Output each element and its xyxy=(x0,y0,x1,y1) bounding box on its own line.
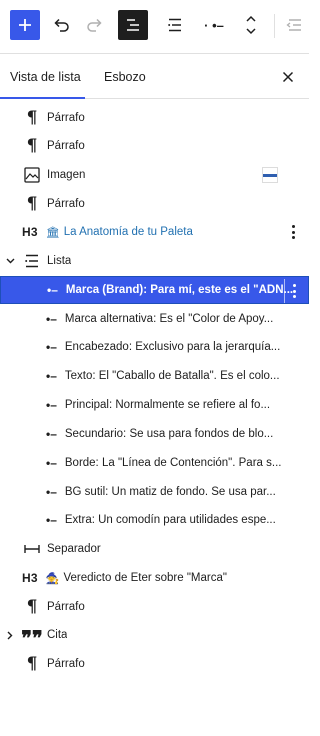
block-label: Extra: Un comodín para utilidades espe..… xyxy=(64,514,276,526)
list-view-button[interactable] xyxy=(118,10,148,40)
list-item-icon: •– xyxy=(46,398,57,412)
list-item-icon: •– xyxy=(46,427,57,441)
block-label: Párrafo xyxy=(47,658,85,670)
list-view-row-list-item[interactable]: •– Principal: Normalmente se refiere al … xyxy=(0,391,309,419)
paragraph-icon: ¶ xyxy=(26,597,38,617)
chevron-right-icon[interactable] xyxy=(5,630,15,640)
list-block-icon xyxy=(168,18,181,32)
block-label: Marca (Brand): Para mí, este es el "ADN.… xyxy=(65,284,294,296)
list-view-row-list-item[interactable]: •– BG sutil: Un matiz de fondo. Se usa p… xyxy=(0,478,309,506)
list-block-button[interactable] xyxy=(164,10,186,40)
list-item-icon: •– xyxy=(47,283,58,297)
list-view-row-paragraph[interactable]: ¶ Párrafo xyxy=(0,132,309,160)
list-item-icon: •– xyxy=(46,340,57,354)
image-thumbnail xyxy=(262,167,278,183)
block-label: Párrafo xyxy=(47,112,85,124)
classical-building-emoji: 🏛 xyxy=(45,226,60,239)
block-label: Veredicto de Eter sobre "Marca" xyxy=(63,572,227,584)
list-view-row-list-item[interactable]: •– Extra: Un comodín para utilidades esp… xyxy=(0,506,309,534)
redo-button[interactable] xyxy=(82,10,108,40)
tab-list-view[interactable]: Vista de lista xyxy=(10,55,81,99)
paragraph-icon: ¶ xyxy=(26,136,38,156)
block-label: Borde: La "Línea de Contención". Para s.… xyxy=(64,457,282,469)
indent-dots-icon: · •– xyxy=(204,17,224,33)
block-options-button[interactable] xyxy=(287,284,301,298)
paragraph-icon: ¶ xyxy=(26,194,38,214)
list-view-row-paragraph[interactable]: ¶ Párrafo xyxy=(0,190,309,218)
close-button[interactable] xyxy=(279,68,297,86)
outdent-button[interactable] xyxy=(282,10,306,40)
list-view-row-list-item-selected[interactable]: •– Marca (Brand): Para mí, este es el "A… xyxy=(0,276,309,304)
block-label: Texto: El "Caballo de Batalla". Es el co… xyxy=(64,370,280,382)
heading-icon: H3 xyxy=(22,571,38,585)
chevron-up-down-icon xyxy=(246,15,256,35)
paragraph-icon: ¶ xyxy=(26,654,38,674)
list-item-icon: •– xyxy=(46,456,57,470)
list-view-row-separator[interactable]: Separador xyxy=(0,535,309,563)
list-view-row-list-item[interactable]: •– Texto: El "Caballo de Batalla". Es el… xyxy=(0,362,309,390)
block-label: BG sutil: Un matiz de fondo. Se usa par.… xyxy=(64,486,276,498)
editor-toolbar: · •– xyxy=(0,0,309,54)
list-item-icon: •– xyxy=(46,513,57,527)
list-item-icon: •– xyxy=(46,312,57,326)
block-label: Cita xyxy=(47,629,68,641)
indent-list-item-button[interactable]: · •– xyxy=(192,10,236,40)
tab-active-indicator xyxy=(0,97,85,99)
block-label: Imagen xyxy=(47,169,86,181)
list-view-row-heading[interactable]: H3 🏛 La Anatomía de tu Paleta xyxy=(0,218,309,246)
list-view-row-paragraph[interactable]: ¶ Párrafo xyxy=(0,593,309,621)
block-label: Principal: Normalmente se refiere al fo.… xyxy=(64,399,271,411)
list-view-row-heading[interactable]: H3 🧙 Veredicto de Eter sobre "Marca" xyxy=(0,564,309,592)
list-view-row-list[interactable]: Lista xyxy=(0,247,309,275)
list-view-row-list-item[interactable]: •– Marca alternativa: Es el "Color de Ap… xyxy=(0,305,309,333)
list-view-row-paragraph[interactable]: ¶ Párrafo xyxy=(0,650,309,678)
tab-outline[interactable]: Esbozo xyxy=(104,55,146,99)
redo-icon xyxy=(87,18,102,32)
block-label: Párrafo xyxy=(47,198,85,210)
sidebar-tabs: Vista de lista Esbozo xyxy=(0,55,309,99)
block-label: La Anatomía de tu Paleta xyxy=(63,226,193,238)
block-label: Párrafo xyxy=(47,140,85,152)
row-divider xyxy=(284,279,285,303)
list-view-row-list-item[interactable]: •– Secundario: Se usa para fondos de blo… xyxy=(0,420,309,448)
toolbar-divider xyxy=(274,14,275,38)
block-label: Lista xyxy=(47,255,72,267)
separator-icon xyxy=(23,540,41,558)
list-icon xyxy=(23,252,41,270)
block-options-button[interactable] xyxy=(286,225,300,239)
move-up-down-button[interactable] xyxy=(240,10,262,40)
chevron-down-icon[interactable] xyxy=(5,256,15,266)
block-label: Secundario: Se usa para fondos de blo... xyxy=(64,428,274,440)
list-view-row-quote[interactable]: ❞❞ Cita xyxy=(0,621,309,649)
list-view-row-list-item[interactable]: •– Borde: La "Línea de Contención". Para… xyxy=(0,449,309,477)
paragraph-icon: ¶ xyxy=(26,108,38,128)
list-view-row-image[interactable]: Imagen xyxy=(0,161,309,189)
list-view-row-paragraph[interactable]: ¶ Párrafo xyxy=(0,104,309,132)
plus-icon xyxy=(19,19,31,31)
wizard-emoji: 🧙 xyxy=(45,572,60,585)
close-icon xyxy=(282,71,294,83)
list-view-icon xyxy=(127,19,139,31)
undo-icon xyxy=(54,18,69,32)
undo-button[interactable] xyxy=(48,10,74,40)
heading-icon: H3 xyxy=(22,225,38,239)
list-item-icon: •– xyxy=(46,485,57,499)
block-label: Marca alternativa: Es el "Color de Apoy.… xyxy=(64,313,274,325)
block-label: Párrafo xyxy=(47,601,85,613)
list-view-row-list-item[interactable]: •– Encabezado: Exclusivo para la jerarqu… xyxy=(0,333,309,361)
list-item-icon: •– xyxy=(46,369,57,383)
outdent-icon xyxy=(286,19,301,31)
block-label: Encabezado: Exclusivo para la jerarquía.… xyxy=(64,341,281,353)
quote-icon: ❞❞ xyxy=(21,626,43,650)
image-icon xyxy=(23,166,41,184)
block-label: Separador xyxy=(47,543,101,555)
add-block-button[interactable] xyxy=(10,10,40,40)
